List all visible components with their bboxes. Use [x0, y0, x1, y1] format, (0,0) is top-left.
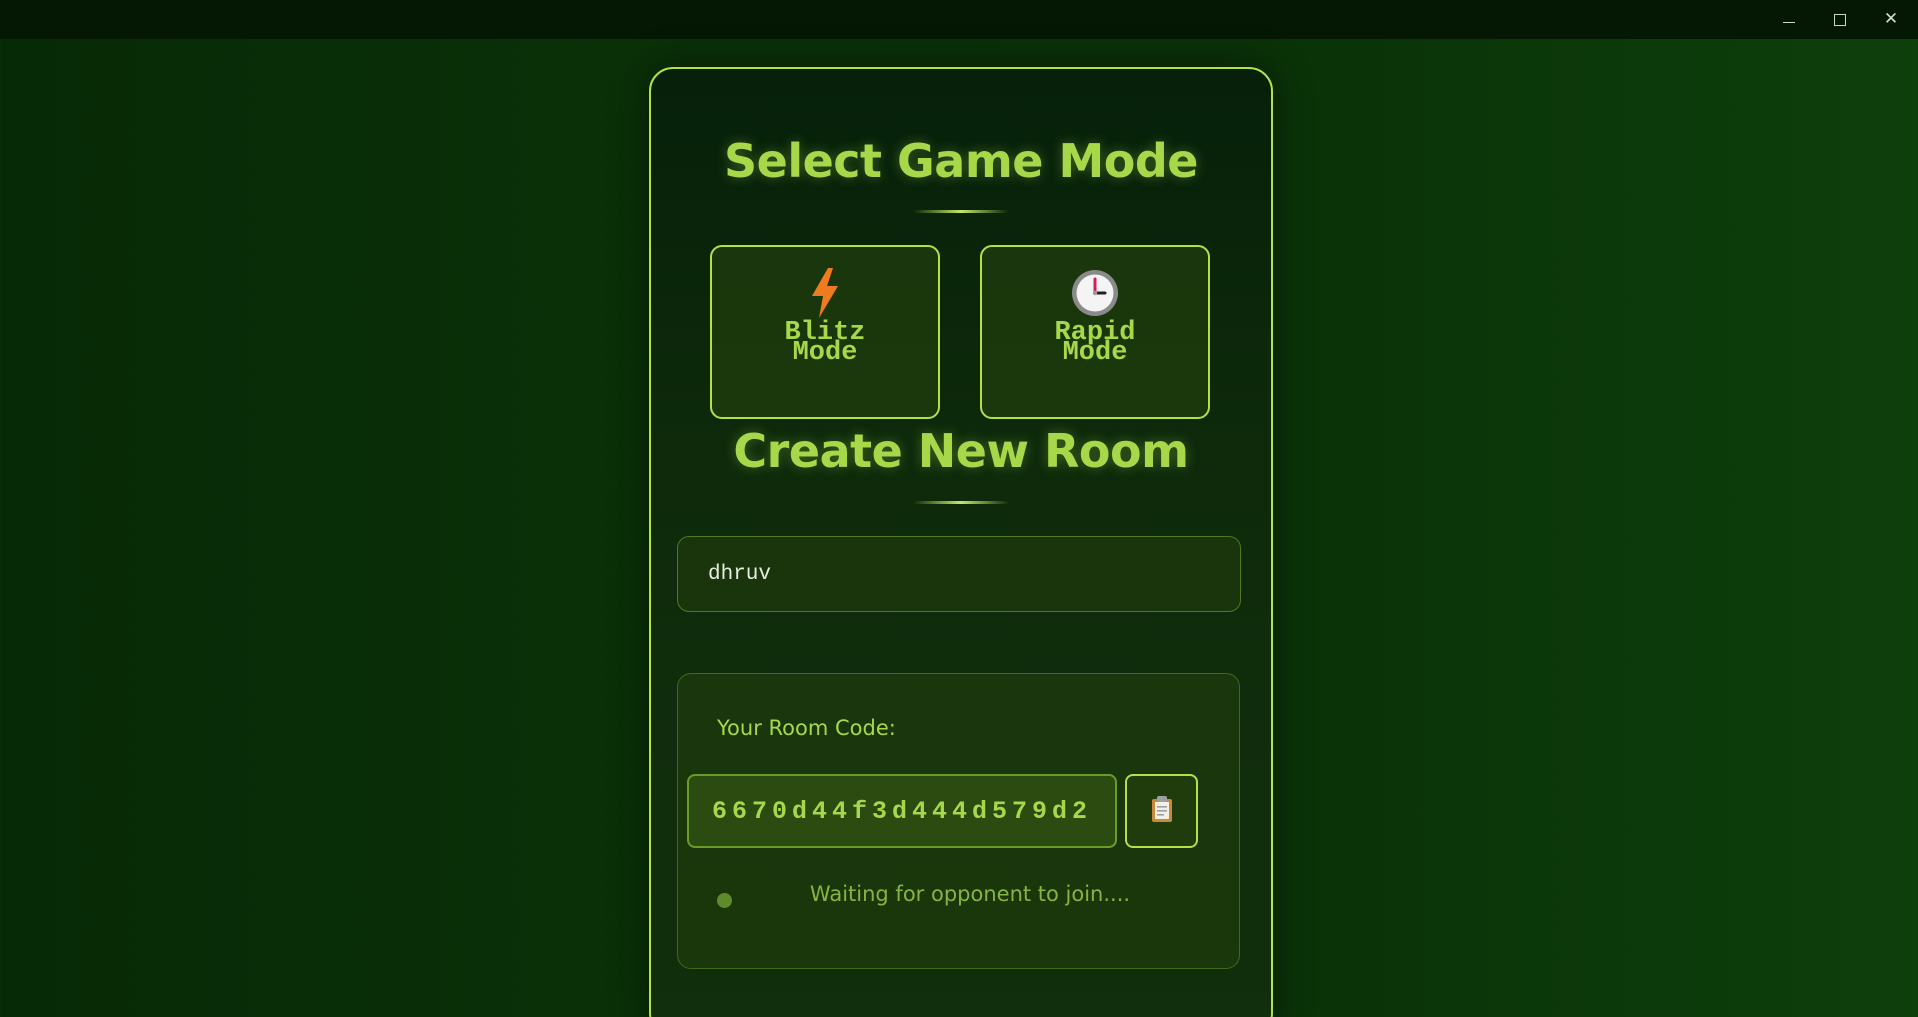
player-name-input[interactable] [677, 536, 1241, 612]
status-indicator-dot [717, 893, 732, 908]
title-underline [913, 210, 1009, 213]
copy-room-code-button[interactable] [1125, 774, 1198, 848]
minimize-icon[interactable] [1766, 0, 1812, 39]
window-titlebar: ✕ [0, 0, 1918, 39]
waiting-status-text: Waiting for opponent to join.... [809, 882, 1131, 906]
rapid-mode-button[interactable]: Rapid Mode [980, 245, 1210, 419]
blitz-mode-label: Blitz Mode [784, 318, 866, 368]
close-icon[interactable]: ✕ [1868, 0, 1914, 39]
clipboard-icon [1150, 795, 1174, 827]
title-underline [913, 501, 1009, 504]
clock-icon [1071, 269, 1119, 317]
game-mode-title: Select Game Mode [723, 134, 1199, 188]
create-room-title: Create New Room [733, 424, 1189, 478]
maximize-icon[interactable] [1817, 0, 1863, 39]
room-code-display[interactable]: 6670d44f3d444d579d2 [687, 774, 1117, 848]
room-code-label: Your Room Code: [717, 716, 896, 740]
rapid-mode-label: Rapid Mode [1054, 318, 1136, 368]
blitz-mode-button[interactable]: Blitz Mode [710, 245, 940, 419]
lightning-icon [809, 268, 841, 318]
